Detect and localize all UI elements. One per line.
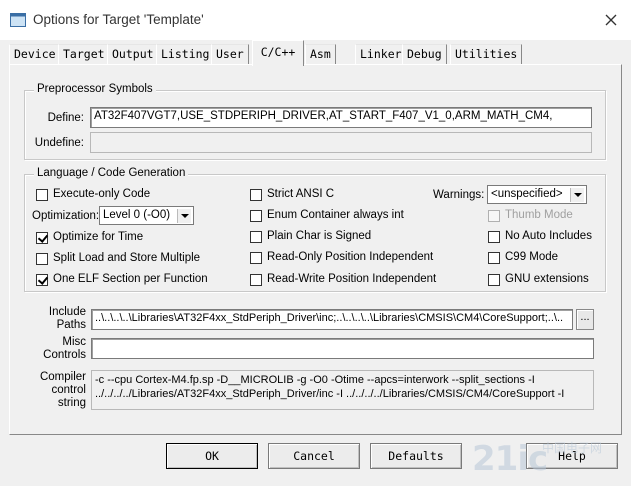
optimization-label: Optimization: — [32, 210, 100, 222]
tab-listing[interactable]: Listing — [156, 44, 215, 64]
misc-label-line-1: Misc — [62, 336, 86, 348]
plain-char-signed-checkbox[interactable] — [250, 231, 262, 243]
read-write-pi-label: Read-Write Position Independent — [267, 273, 437, 285]
watermark-logo: 21ic 中国电子网 — [472, 437, 622, 479]
read-only-pi-label: Read-Only Position Independent — [267, 251, 434, 263]
include-paths-input[interactable]: ..\..\..\..\Libraries\AT32F4xx_StdPeriph… — [91, 309, 573, 330]
compiler-string-line-1: -c --cpu Cortex-M4.fp.sp -D__MICROLIB -g… — [95, 374, 535, 386]
no-auto-includes-label: No Auto Includes — [505, 230, 592, 242]
warnings-label: Warnings: — [433, 189, 485, 201]
include-label-line-1: Include — [48, 306, 86, 318]
strict-ansi-checkbox[interactable] — [250, 189, 262, 201]
c-cpp-tab-panel: Preprocessor Symbols Define: AT32F407VGT… — [9, 64, 622, 435]
optimization-value: Level 0 (-O0) — [103, 209, 171, 221]
tab-device[interactable]: Device — [9, 44, 61, 64]
chevron-down-icon — [177, 209, 191, 223]
compiler-string-line-2: ../../../../Libraries/AT32F4xx_StdPeriph… — [95, 388, 565, 400]
enum-container-checkbox[interactable] — [250, 210, 262, 222]
split-load-store-checkbox[interactable] — [36, 253, 48, 265]
include-paths-label: Include Paths — [24, 306, 86, 332]
preprocessor-group-label: Preprocessor Symbols — [34, 83, 156, 95]
one-elf-section-label: One ELF Section per Function — [53, 273, 208, 285]
execute-only-label: Execute-only Code — [53, 188, 151, 200]
optimization-select[interactable]: Level 0 (-O0) — [99, 206, 194, 225]
include-paths-browse-button[interactable]: ... — [576, 309, 594, 330]
chevron-down-icon — [570, 188, 584, 202]
define-label: Define: — [47, 112, 84, 124]
tab-c-cpp[interactable]: C/C++ — [252, 40, 304, 66]
title-bar: Options for Target 'Template' — [0, 0, 631, 40]
tab-user[interactable]: User — [211, 44, 249, 64]
define-input[interactable]: AT32F407VGT7,USE_STDPERIPH_DRIVER,AT_STA… — [90, 107, 592, 128]
misc-controls-input[interactable] — [91, 338, 594, 359]
strict-ansi-label: Strict ANSI C — [267, 188, 335, 200]
c99-mode-label: C99 Mode — [505, 251, 559, 263]
watermark-subtext: 中国电子网 — [542, 441, 603, 455]
gnu-extensions-checkbox[interactable] — [488, 274, 500, 286]
compiler-control-string-label: Compiler control string — [24, 371, 86, 410]
compiler-label-line-1: Compiler — [39, 371, 86, 383]
compiler-label-line-3: string — [57, 397, 86, 409]
options-dialog: Options for Target 'Template' Device Tar… — [0, 0, 631, 486]
undefine-label: Undefine: — [34, 137, 84, 149]
watermark-text: 21ic — [472, 439, 548, 479]
compiler-control-string-box[interactable]: -c --cpu Cortex-M4.fp.sp -D__MICROLIB -g… — [91, 370, 594, 410]
tab-asm[interactable]: Asm — [305, 44, 336, 64]
tab-linker[interactable]: Linker — [355, 44, 407, 64]
one-elf-section-checkbox[interactable] — [36, 274, 48, 286]
execute-only-checkbox[interactable] — [36, 189, 48, 201]
optimize-for-time-label: Optimize for Time — [53, 231, 144, 243]
tab-output[interactable]: Output — [107, 44, 159, 64]
warnings-select[interactable]: <unspecified> — [487, 185, 587, 204]
close-button[interactable] — [600, 9, 622, 31]
warnings-value: <unspecified> — [491, 188, 563, 200]
enum-container-label: Enum Container always int — [267, 209, 404, 221]
split-load-store-label: Split Load and Store Multiple — [53, 252, 201, 264]
tab-target[interactable]: Target — [58, 44, 110, 64]
c99-mode-checkbox[interactable] — [488, 252, 500, 264]
undefine-input[interactable] — [90, 132, 592, 153]
read-only-pi-checkbox[interactable] — [250, 252, 262, 264]
tab-debug[interactable]: Debug — [402, 44, 447, 64]
app-window-icon — [10, 13, 26, 27]
compiler-label-line-2: control — [51, 384, 86, 396]
gnu-extensions-label: GNU extensions — [505, 273, 589, 285]
cancel-button[interactable]: Cancel — [268, 443, 360, 469]
plain-char-signed-label: Plain Char is Signed — [267, 230, 372, 242]
window-title: Options for Target 'Template' — [33, 12, 204, 27]
ok-button[interactable]: OK — [166, 443, 258, 469]
language-group-label: Language / Code Generation — [34, 167, 189, 179]
optimize-for-time-checkbox[interactable] — [36, 232, 48, 244]
misc-label-line-2: Controls — [43, 349, 86, 361]
no-auto-includes-checkbox[interactable] — [488, 231, 500, 243]
include-label-line-2: Paths — [56, 319, 86, 331]
thumb-mode-checkbox[interactable] — [488, 210, 500, 222]
close-icon — [605, 14, 617, 26]
misc-controls-label: Misc Controls — [24, 336, 86, 362]
defaults-button[interactable]: Defaults — [370, 443, 462, 469]
read-write-pi-checkbox[interactable] — [250, 274, 262, 286]
thumb-mode-label: Thumb Mode — [505, 209, 573, 221]
tab-utilities[interactable]: Utilities — [450, 44, 523, 64]
